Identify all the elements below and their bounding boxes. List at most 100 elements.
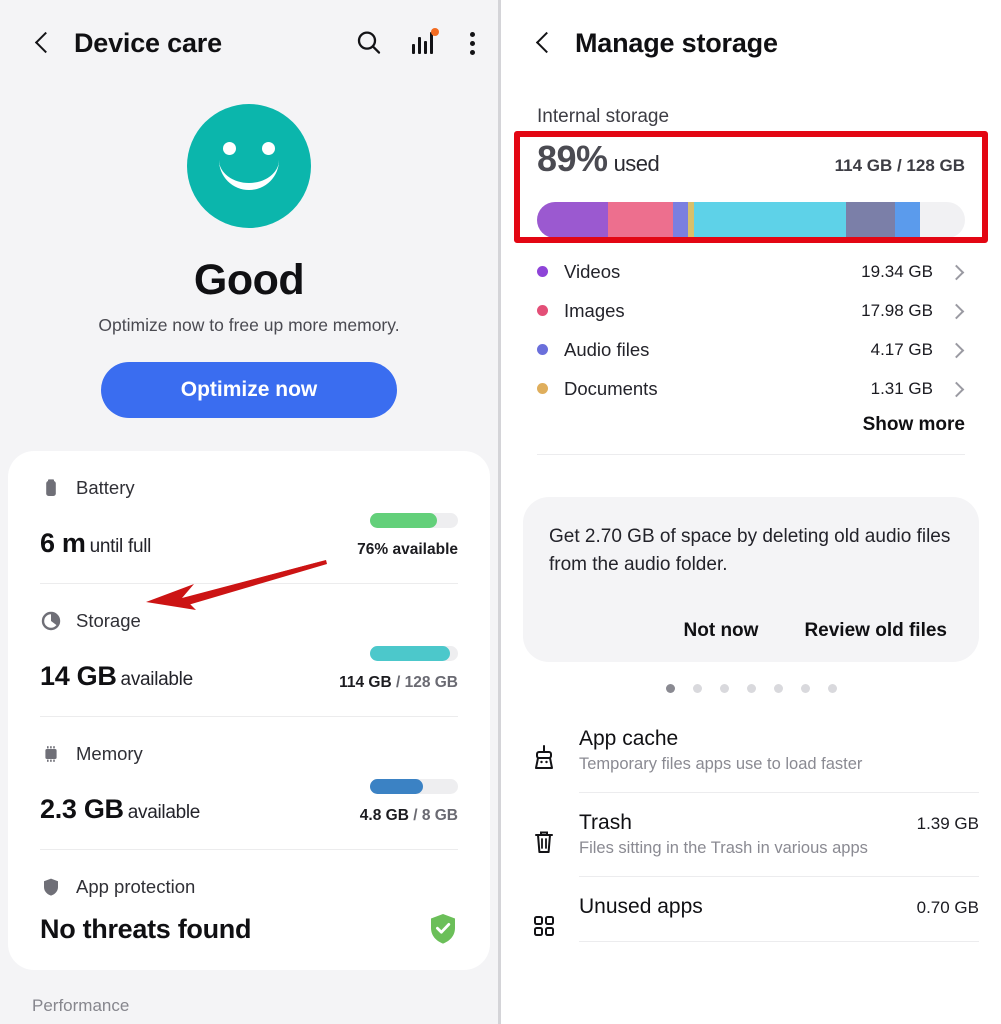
notification-dot-icon: [431, 28, 439, 36]
list-item[interactable]: Trash 1.39 GB Files sitting in the Trash i…: [523, 793, 979, 878]
storage-pie-icon: [41, 611, 61, 631]
legend-label: Images: [564, 299, 625, 321]
pagination-dot[interactable]: [827, 684, 837, 694]
internal-storage-percent-value: 89%: [537, 138, 608, 179]
storage-used: 114 GB: [339, 674, 392, 691]
status-headline: Good: [193, 256, 305, 304]
pagination-dot[interactable]: [773, 684, 783, 694]
memory-stat-right: 4.8 GB / 8 GB: [360, 779, 458, 825]
page-title: Manage storage: [575, 27, 778, 58]
manage-storage-appbar: Manage storage: [501, 0, 1001, 86]
optimize-now-button[interactable]: Optimize now: [101, 362, 397, 418]
memory-stat-row[interactable]: Memory 2.3 GB available 4.8 GB / 8 GB: [40, 716, 458, 849]
unused-apps-icon: [523, 895, 565, 941]
chevron-right-icon[interactable]: [949, 381, 965, 397]
storage-segment-bar: [537, 202, 965, 238]
storage-stat-row[interactable]: Storage 14 GB available 114 GB / 128 GB: [40, 583, 458, 716]
internal-storage-row: 89% used 114 GB / 128 GB: [537, 138, 965, 180]
pagination-dot[interactable]: [665, 684, 675, 694]
chevron-right-icon[interactable]: [949, 342, 965, 358]
memory-total: 8 GB: [421, 807, 458, 824]
memory-stat-head: Memory: [40, 743, 458, 765]
battery-stat-right: 76% available: [357, 513, 458, 559]
show-more-button[interactable]: Show more: [863, 414, 965, 436]
back-chevron-icon[interactable]: [30, 30, 56, 56]
shield-check-icon: [431, 914, 455, 944]
pagination-dot[interactable]: [692, 684, 702, 694]
pagination-dot[interactable]: [719, 684, 729, 694]
legend-label: Videos: [564, 260, 621, 282]
storage-segment-apps: [693, 202, 846, 238]
battery-stat-body: 6 m until full 76% available: [40, 513, 458, 559]
storage-stat-right: 114 GB / 128 GB: [339, 646, 458, 692]
list-item-title: Trash: [579, 811, 632, 835]
storage-sep: /: [391, 674, 405, 691]
battery-caption: 76% available: [357, 541, 458, 558]
list-item-size: 0.70 GB: [916, 898, 979, 918]
app-protection-head: App protection: [40, 876, 458, 898]
suggestion-text: Get 2.70 GB of space by deleting old aud…: [549, 526, 951, 575]
list-item-size: 1.39 GB: [916, 814, 979, 834]
dual-screenshot-container: Device care Good Optimize now to free up…: [0, 0, 1001, 1024]
memory-stat-body: 2.3 GB available 4.8 GB / 8 GB: [40, 779, 458, 825]
memory-caption: 4.8 GB / 8 GB: [360, 807, 458, 825]
list-item-main: Unused apps 0.70 GB: [579, 895, 979, 943]
legend-row[interactable]: Audio files 4.17 GB: [537, 330, 965, 369]
list-item-title-row: App cache: [579, 727, 979, 751]
internal-storage-summary: Internal storage 89% used 114 GB / 128 GB: [501, 86, 1001, 180]
pagination-dot[interactable]: [800, 684, 810, 694]
battery-progress-bar: [370, 513, 458, 528]
internal-storage-percent: 89% used: [537, 138, 660, 180]
list-item-main: Trash 1.39 GB Files sitting in the Trash i…: [579, 811, 979, 878]
internal-storage-used-word: used: [613, 151, 660, 176]
legend-row[interactable]: Images 17.98 GB: [537, 291, 965, 330]
legend-color-dot: [537, 383, 548, 394]
device-care-appbar: Device care: [0, 0, 498, 86]
legend-color-dot: [537, 344, 548, 355]
legend-row[interactable]: Videos 19.34 GB: [537, 252, 965, 291]
overflow-menu-icon[interactable]: [470, 30, 476, 56]
memory-progress-bar: [370, 779, 458, 794]
legend-size: 19.34 GB: [861, 261, 933, 281]
app-protection-label: App protection: [76, 876, 196, 897]
battery-value-unit: until full: [89, 536, 152, 557]
storage-segment-images: [607, 202, 674, 238]
legend-row[interactable]: Documents 1.31 GB: [537, 369, 965, 408]
app-protection-row[interactable]: App protection No threats found: [40, 849, 458, 970]
shield-icon: [44, 878, 58, 896]
legend-label: Audio files: [564, 338, 650, 360]
chevron-right-icon[interactable]: [949, 264, 965, 280]
pagination-dot[interactable]: [746, 684, 756, 694]
memory-value: 2.3 GB available: [40, 794, 200, 825]
page-title: Device care: [74, 27, 222, 58]
battery-stat-row[interactable]: Battery 6 m until full 76% available: [40, 451, 458, 583]
storage-stat-head: Storage: [40, 610, 458, 632]
review-old-files-button[interactable]: Review old files: [804, 620, 947, 642]
storage-value-unit: available: [120, 669, 194, 690]
legend-size: 1.31 GB: [870, 378, 933, 398]
battery-stat-head: Battery: [40, 477, 458, 499]
storage-value: 14 GB available: [40, 661, 193, 692]
list-item-title-row: Unused apps 0.70 GB: [579, 895, 979, 919]
bar-chart-icon[interactable]: [410, 28, 439, 57]
broom-cleanup-icon: [523, 727, 565, 773]
list-item[interactable]: App cache Temporary files apps use to loa…: [523, 709, 979, 794]
list-item-description: Files sitting in the Trash in various ap…: [579, 839, 868, 858]
device-care-screen: Device care Good Optimize now to free up…: [0, 0, 501, 1024]
suggestion-card: Get 2.70 GB of space by deleting old aud…: [523, 497, 979, 663]
memory-value-number: 2.3 GB: [40, 794, 124, 824]
smiley-face-icon: [187, 104, 311, 228]
chevron-right-icon[interactable]: [949, 303, 965, 319]
back-chevron-icon[interactable]: [531, 30, 557, 56]
internal-storage-label: Internal storage: [537, 106, 670, 127]
not-now-button[interactable]: Not now: [684, 620, 759, 642]
appbar-actions: [354, 28, 476, 58]
suggestion-actions: Not now Review old files: [549, 620, 953, 642]
device-status-hero: Good Optimize now to free up more memory…: [0, 86, 498, 418]
show-more-wrap: Show more: [537, 414, 965, 455]
search-icon[interactable]: [354, 28, 384, 58]
list-item-description: Temporary files apps use to load faster: [579, 755, 863, 774]
battery-label: Battery: [76, 477, 135, 498]
legend-label: Documents: [564, 377, 658, 399]
list-item[interactable]: Unused apps 0.70 GB: [523, 877, 979, 943]
